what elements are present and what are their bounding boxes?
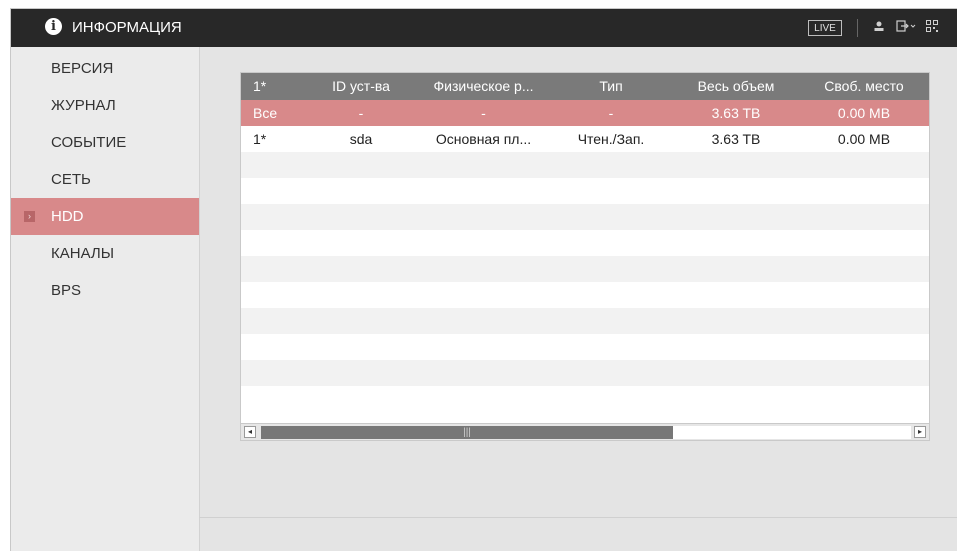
table-row[interactable]: 1* sda Основная пл... Чтен./Зап. 3.63 TB… bbox=[241, 126, 929, 152]
column-header[interactable]: Тип bbox=[561, 73, 661, 100]
qr-code-icon[interactable] bbox=[926, 20, 938, 36]
sidebar-item-label: HDD bbox=[51, 208, 84, 225]
sidebar-item-label: ЖУРНАЛ bbox=[51, 97, 116, 114]
table-cell: 1* bbox=[253, 131, 267, 147]
column-header[interactable]: ID уст-ва bbox=[311, 73, 411, 100]
sidebar-item-log[interactable]: ЖУРНАЛ bbox=[11, 87, 199, 124]
info-icon: i bbox=[45, 18, 62, 35]
empty-row bbox=[241, 178, 929, 204]
scrollbar-thumb[interactable]: ||| bbox=[261, 426, 673, 439]
table-row[interactable]: Все - - - 3.63 TB 0.00 MB bbox=[241, 100, 929, 126]
sidebar-item-network[interactable]: СЕТЬ bbox=[11, 161, 199, 198]
sidebar-item-label: СОБЫТИЕ bbox=[51, 134, 127, 151]
table-cell: - bbox=[608, 105, 614, 121]
sidebar: ВЕРСИЯ ЖУРНАЛ СОБЫТИЕ СЕТЬ › HDD КАНАЛЫ … bbox=[11, 47, 199, 551]
sidebar-item-label: СЕТЬ bbox=[51, 171, 91, 188]
empty-row bbox=[241, 282, 929, 308]
table-cell: 0.00 MB bbox=[837, 105, 891, 121]
table-cell: - bbox=[481, 105, 486, 121]
sidebar-item-channels[interactable]: КАНАЛЫ bbox=[11, 235, 199, 272]
horizontal-scrollbar[interactable]: ◂ ||| ▸ bbox=[241, 423, 929, 440]
table-cell: 0.00 MB bbox=[837, 131, 891, 147]
empty-row bbox=[241, 230, 929, 256]
empty-row bbox=[241, 360, 929, 386]
table-cell: - bbox=[358, 105, 364, 121]
sidebar-item-label: КАНАЛЫ bbox=[51, 245, 115, 262]
footer-divider bbox=[199, 517, 957, 518]
column-header[interactable]: Физическое р... bbox=[421, 73, 546, 100]
empty-row bbox=[241, 152, 929, 178]
empty-row bbox=[241, 308, 929, 334]
top-bar: i ИНФОРМАЦИЯ LIVE bbox=[11, 9, 957, 47]
hdd-table: 1* ID уст-ва Физическое р... Тип Весь об… bbox=[240, 72, 930, 441]
column-header[interactable]: Весь объем bbox=[681, 73, 791, 100]
table-cell: Основная пл... bbox=[435, 131, 532, 147]
table-cell: 3.63 TB bbox=[711, 131, 761, 147]
sidebar-item-label: ВЕРСИЯ bbox=[51, 60, 114, 77]
table-cell: Все bbox=[253, 105, 278, 121]
table-cell: 3.63 TB bbox=[711, 105, 761, 121]
sidebar-item-label: BPS bbox=[51, 282, 82, 299]
empty-row bbox=[241, 256, 929, 282]
table-cell: sda bbox=[349, 131, 373, 147]
column-header[interactable]: Своб. место bbox=[809, 73, 919, 100]
empty-row bbox=[241, 386, 929, 412]
table-header: 1* ID уст-ва Физическое р... Тип Весь об… bbox=[241, 73, 929, 100]
logout-icon[interactable] bbox=[896, 20, 916, 36]
toolbar-divider bbox=[857, 19, 858, 37]
empty-row bbox=[241, 334, 929, 360]
empty-row bbox=[241, 204, 929, 230]
page-title: ИНФОРМАЦИЯ bbox=[72, 19, 182, 36]
chevron-right-icon: › bbox=[24, 211, 35, 222]
scroll-right-button[interactable]: ▸ bbox=[914, 426, 926, 438]
sidebar-item-version[interactable]: ВЕРСИЯ bbox=[11, 50, 199, 87]
sidebar-item-event[interactable]: СОБЫТИЕ bbox=[11, 124, 199, 161]
table-cell: Чтен./Зап. bbox=[577, 131, 645, 147]
sidebar-item-hdd[interactable]: › HDD bbox=[11, 198, 199, 235]
live-button[interactable]: LIVE bbox=[808, 20, 842, 36]
app-window: i ИНФОРМАЦИЯ LIVE ВЕРСИЯ ЖУРНАЛ СОБЫТИЕ … bbox=[10, 8, 957, 551]
scroll-left-button[interactable]: ◂ bbox=[244, 426, 256, 438]
scrollbar-track[interactable] bbox=[673, 426, 911, 439]
user-icon[interactable] bbox=[873, 20, 885, 36]
column-header[interactable]: 1* bbox=[253, 73, 289, 100]
sidebar-item-bps[interactable]: BPS bbox=[11, 272, 199, 309]
